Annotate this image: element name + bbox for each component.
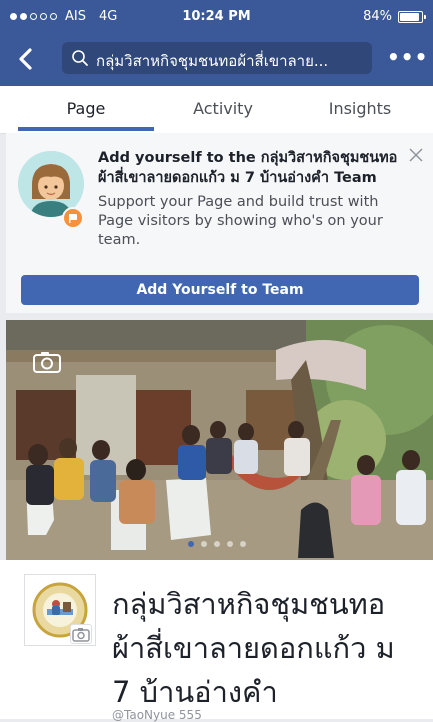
close-icon bbox=[409, 148, 423, 162]
more-options-button[interactable]: ••• bbox=[387, 44, 427, 74]
carousel-dot bbox=[188, 541, 194, 547]
carousel-indicator bbox=[188, 541, 246, 547]
cover-image bbox=[6, 320, 433, 560]
search-query: กลุ่มวิสาหกิจชุมชนทอผ้าสี่เขาลาย... bbox=[96, 52, 329, 70]
flag-icon bbox=[69, 214, 77, 223]
page-username: @TaoNyue 555 bbox=[112, 708, 202, 722]
carousel-dot bbox=[227, 541, 233, 547]
chevron-left-icon bbox=[19, 48, 32, 70]
status-bar: AIS 4G 10:24 PM 84% bbox=[0, 0, 433, 32]
carousel-dot bbox=[240, 541, 246, 547]
camera-icon bbox=[72, 628, 90, 642]
add-yourself-to-team-button[interactable]: Add Yourself to Team bbox=[21, 275, 419, 305]
search-icon bbox=[72, 50, 88, 66]
card-title: Add yourself to the กลุ่มวิสาหกิจชุมชนทอ… bbox=[98, 150, 398, 186]
team-badge bbox=[62, 207, 84, 229]
add-to-team-card: Add yourself to the กลุ่มวิสาหกิจชุมชนทอ… bbox=[6, 133, 433, 313]
carousel-dot bbox=[201, 541, 207, 547]
battery-group: 84% bbox=[363, 9, 426, 24]
card-description: Support your Page and build trust with P… bbox=[98, 194, 383, 248]
navigation-header: AIS 4G 10:24 PM 84% กลุ่มวิสาหกิจชุมชนทอ… bbox=[0, 0, 433, 86]
search-bar[interactable]: กลุ่มวิสาหกิจชุมชนทอผ้าสี่เขาลาย... bbox=[62, 42, 372, 74]
cover-camera-button[interactable] bbox=[33, 351, 61, 373]
active-tab-indicator bbox=[18, 127, 154, 131]
close-button[interactable] bbox=[404, 143, 428, 167]
battery-icon bbox=[398, 10, 426, 23]
battery-percent: 84% bbox=[363, 9, 392, 24]
page-title: กลุ่มวิสาหกิจชุมชนทอผ้าสี่เขาลายดอกแก้ว … bbox=[112, 587, 395, 709]
cover-photo[interactable] bbox=[6, 320, 433, 560]
tab-page[interactable]: Page bbox=[18, 86, 154, 133]
back-button[interactable] bbox=[14, 44, 40, 74]
carousel-dot bbox=[214, 541, 220, 547]
camera-icon bbox=[33, 352, 61, 373]
profile-camera-button[interactable] bbox=[70, 624, 92, 644]
tab-insights[interactable]: Insights bbox=[292, 86, 428, 133]
tab-activity[interactable]: Activity bbox=[155, 86, 291, 133]
